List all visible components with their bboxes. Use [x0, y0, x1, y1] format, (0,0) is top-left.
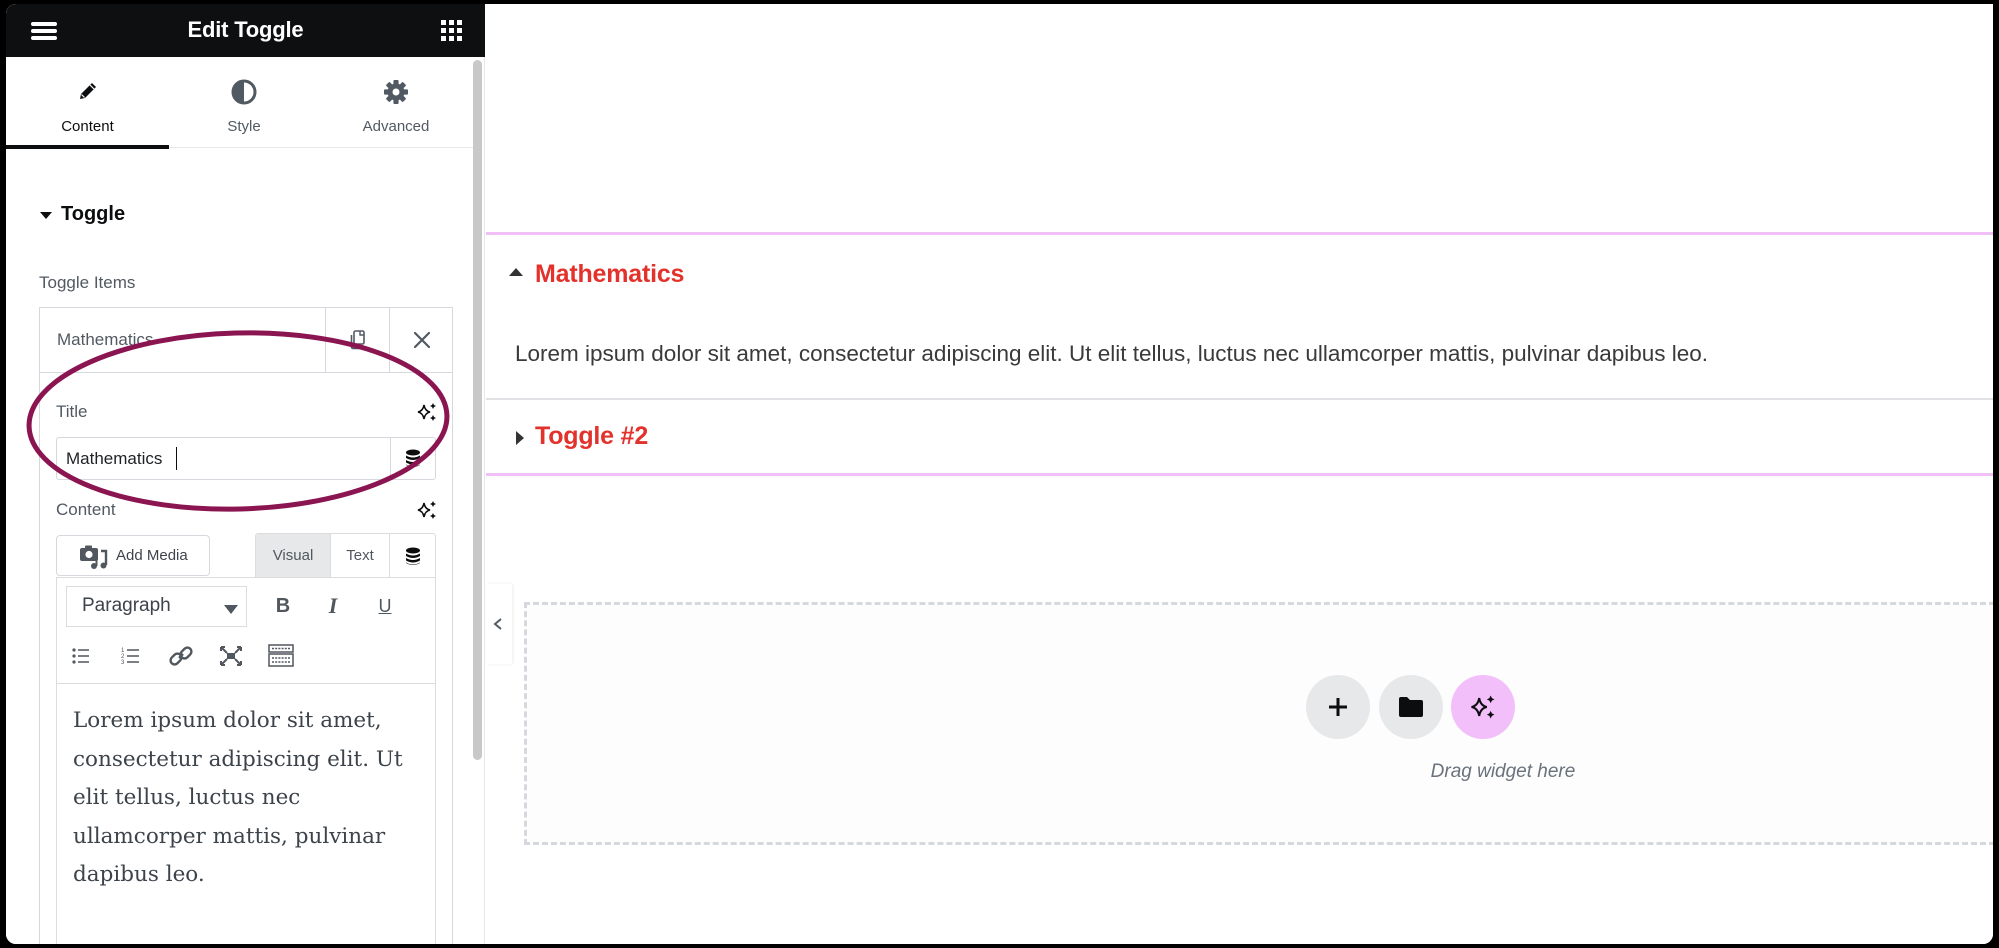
bold-button[interactable]: B: [267, 590, 299, 622]
tab-label: Style: [227, 118, 261, 135]
link-icon: [169, 646, 193, 666]
link-button[interactable]: [165, 640, 197, 672]
widget-selection-outline-top: [486, 232, 1993, 235]
close-icon: [413, 331, 431, 349]
toggle-title[interactable]: Mathematics: [535, 260, 684, 289]
preview-canvas: Mathematics Lorem ipsum dolor sit amet, …: [486, 4, 1993, 944]
toggle-items-label: Toggle Items: [39, 273, 136, 292]
tab-content[interactable]: Content: [6, 57, 169, 149]
caret-right-icon[interactable]: [516, 431, 524, 445]
editor-panel: Edit Toggle Content Style Advanced Toggl…: [6, 4, 485, 944]
sparkle-icon[interactable]: [416, 401, 438, 423]
panel-title: Edit Toggle: [187, 17, 304, 42]
toolbar-toggle-button[interactable]: [265, 640, 297, 672]
folder-icon: [1399, 697, 1423, 717]
editor-toolbar: Paragraph B I U 1 2 3: [57, 578, 435, 684]
numbered-list-button[interactable]: 1 2 3: [115, 640, 147, 672]
duplicate-icon: [350, 330, 365, 350]
tab-text[interactable]: Text: [330, 534, 389, 578]
tab-style[interactable]: Style: [169, 57, 319, 148]
half-circle-icon: [231, 79, 257, 105]
underline-button[interactable]: U: [369, 590, 401, 622]
content-label: Content: [56, 500, 116, 519]
media-icon: [80, 545, 108, 569]
duplicate-button[interactable]: [325, 308, 389, 372]
widget-selection-outline-bottom: [486, 473, 1993, 476]
bulleted-list-icon: [72, 648, 89, 664]
toggle-title[interactable]: Toggle #2: [535, 422, 648, 451]
svg-text:3: 3: [121, 660, 125, 666]
dropzone-hint: Drag widget here: [1430, 761, 1576, 782]
panel-scrollbar[interactable]: [473, 60, 482, 760]
repeater-item-header[interactable]: Mathematics: [40, 308, 452, 373]
caret-down-icon: [224, 605, 238, 614]
title-label: Title: [56, 402, 88, 421]
numbered-list-icon: 1 2 3: [121, 648, 139, 666]
ai-assistant-button[interactable]: [1451, 675, 1515, 739]
remove-item-button[interactable]: [389, 308, 452, 372]
sparkle-icon[interactable]: [416, 499, 438, 521]
panel-tabs: Content Style Advanced: [6, 57, 473, 149]
tab-label: Content: [61, 118, 114, 135]
section-title: Toggle: [61, 203, 126, 225]
fullscreen-icon: [220, 646, 242, 666]
gear-icon: [384, 80, 408, 104]
fullscreen-button[interactable]: [215, 640, 247, 672]
keyboard-icon: [268, 644, 294, 667]
repeater-item-title: Mathematics: [57, 330, 154, 349]
caret-up-icon[interactable]: [509, 268, 523, 276]
collapse-panel-button[interactable]: [486, 584, 512, 664]
toggle-divider: [486, 398, 1993, 400]
section-toggle-header[interactable]: Toggle: [39, 203, 125, 226]
bulleted-list-button[interactable]: [65, 640, 97, 672]
add-section-button[interactable]: [1306, 675, 1370, 739]
italic-button[interactable]: I: [317, 590, 349, 622]
text-cursor: [176, 447, 177, 470]
tab-advanced[interactable]: Advanced: [319, 57, 473, 148]
database-icon: [406, 449, 420, 467]
toggle-content: Lorem ipsum dolor sit amet, consectetur …: [515, 341, 1709, 366]
app-window: Edit Toggle Content Style Advanced Toggl…: [6, 4, 1993, 944]
editor-mode-tabs: Visual Text: [255, 533, 436, 578]
editor-content[interactable]: Lorem ipsum dolor sit amet, consectetur …: [73, 702, 423, 895]
template-library-button[interactable]: [1379, 675, 1443, 739]
add-media-button[interactable]: Add Media: [56, 535, 210, 576]
pencil-icon: [79, 83, 96, 99]
add-media-label: Add Media: [116, 547, 188, 564]
format-select[interactable]: Paragraph: [66, 586, 247, 627]
dynamic-tags-button[interactable]: [389, 534, 436, 578]
wysiwyg-editor: Paragraph B I U 1 2 3 Lorem ipsum dolor …: [56, 577, 436, 944]
active-tab-indicator: [6, 145, 169, 149]
sparkle-icon: [1471, 695, 1495, 719]
grid-icon[interactable]: [440, 19, 464, 43]
plus-icon: [1329, 698, 1347, 716]
title-input[interactable]: [57, 438, 391, 479]
chevron-left-icon: [493, 618, 502, 630]
database-icon: [406, 547, 420, 565]
tab-visual[interactable]: Visual: [256, 534, 330, 578]
tab-label: Advanced: [362, 118, 430, 135]
dynamic-tags-button[interactable]: [391, 438, 435, 479]
title-field: [56, 437, 436, 480]
panel-header: Edit Toggle: [6, 4, 485, 57]
empty-section-dropzone[interactable]: Drag widget here: [524, 602, 1993, 845]
format-select-value: Paragraph: [82, 595, 171, 616]
